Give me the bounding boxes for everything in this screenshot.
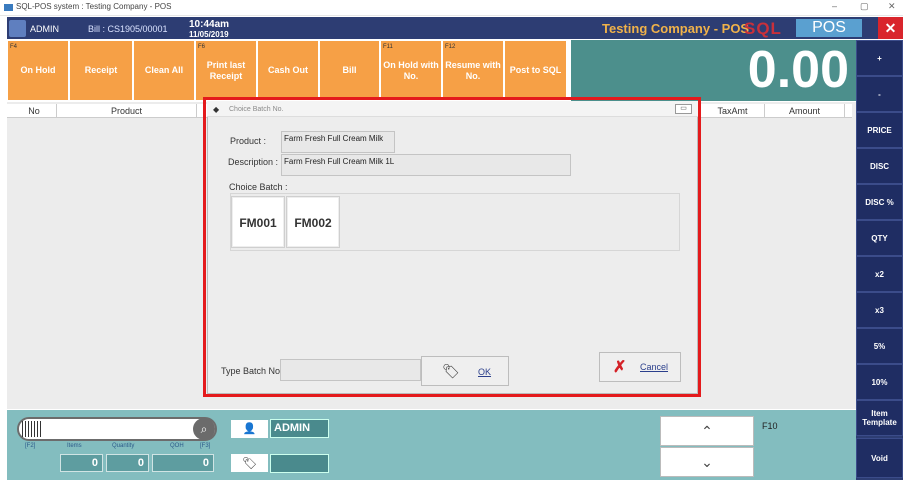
fkey-label: F12 [445,44,456,50]
quantity-count: 0 [106,454,149,472]
void-button[interactable]: Void [856,438,903,478]
button-label: Print last Receipt [206,59,246,81]
clean-all-button[interactable]: Clean All [133,40,195,101]
logo-sql: SQL [744,19,782,38]
header-user: ADMIN [30,24,59,34]
disc-button[interactable]: DISC [856,148,903,184]
qoh-label: QOH [170,443,184,449]
fkey-label: F6 [198,44,206,50]
qoh-count: 0 [152,454,214,472]
header-date: 11/05/2019 [189,30,229,39]
cash-out-button[interactable]: Cash Out [257,40,319,101]
logo-pos: POS [796,19,862,37]
x2-button[interactable]: x2 [856,256,903,292]
window-title: SQL-POS system : Testing Company - POS [16,2,172,11]
barcode-icon [22,421,42,437]
chevron-down-icon: ⌄ [701,454,713,470]
header-time: 10:44am [189,19,230,30]
quantity-label: Quantity [112,443,135,449]
total-amount: 0.00 [747,41,849,99]
button-label: Resume with No. [445,59,501,81]
col-product[interactable]: Product [57,104,197,118]
price-button[interactable]: PRICE [856,112,903,148]
search-icon[interactable]: ⌕ [193,418,215,440]
ok-label: OK [478,367,492,377]
button-label: On Hold [20,65,56,75]
description-field: Farm Fresh Full Cream Milk 1L [281,154,571,176]
col-taxamt[interactable]: TaxAmt [701,104,765,118]
col-no[interactable]: No [12,104,57,118]
button-label: Receipt [84,65,118,75]
price-tag-icon[interactable]: 🏷 [231,454,268,472]
fkey-label: F11 [383,44,393,50]
disc-percent-button[interactable]: DISC % [856,184,903,220]
print-last-receipt-button[interactable]: F6 Print last Receipt [195,40,257,101]
cashier-name: ADMIN [270,419,329,438]
button-label: On Hold with No. [383,59,439,81]
maximize-icon[interactable]: ▢ [860,1,869,12]
items-label: Items [67,443,82,449]
window-titlebar: SQL-POS system : Testing Company - POS –… [0,0,903,16]
batch-button-fm002[interactable]: FM002 [286,196,340,248]
ok-button[interactable]: 🏷 OK [421,356,509,386]
button-label: Post to SQL [509,65,562,75]
on-hold-with-no-button[interactable]: F11 On Hold with No. [380,40,442,101]
items-count: 0 [60,454,103,472]
scroll-down-button[interactable]: ⌄ [660,447,754,477]
button-label: Cash Out [267,65,308,75]
product-field: Farm Fresh Full Cream Milk [281,131,395,153]
resume-with-no-button[interactable]: F12 Resume with No. [442,40,504,101]
scroll-up-button[interactable]: ⌃ [660,416,754,446]
batch-button-fm001[interactable]: FM001 [231,196,285,248]
sql-pos-logo: SQL POS [744,19,862,38]
on-hold-button[interactable]: F4 On Hold [7,40,69,101]
window-close-icon[interactable]: ✕ [888,1,896,12]
barcode-input[interactable] [17,417,217,441]
app-close-button[interactable]: ✕ [878,17,903,39]
minus-button[interactable]: - [856,76,903,112]
bill-button[interactable]: Bill [319,40,380,101]
description-label: Description : [228,157,279,167]
user-avatar-icon [9,20,26,37]
dialog-title: Choice Batch No. [229,106,284,113]
app-icon [4,4,13,11]
product-label: Product : [230,136,267,146]
col-amount[interactable]: Amount [765,104,845,118]
f10-label: F10 [762,421,778,431]
user-check-icon[interactable]: 👤 [231,420,268,438]
tag-field [270,454,329,473]
x3-button[interactable]: x3 [856,292,903,328]
company-name: Testing Company - POS [602,21,750,36]
qty-button[interactable]: QTY [856,220,903,256]
f2-key-label: [F2] [25,443,36,449]
dialog-maximize-button[interactable]: ▭ [675,104,692,114]
cancel-label: Cancel [640,362,669,372]
tag-icon: 🏷 [442,363,460,379]
choice-batch-label: Choice Batch : [229,182,288,192]
f3-key-label: [F3] [200,443,211,449]
minimize-icon[interactable]: – [832,1,837,11]
ten-percent-button[interactable]: 10% [856,364,903,400]
cancel-button[interactable]: ✗ Cancel [599,352,681,382]
cancel-x-icon: ✗ [613,359,627,376]
button-label: Bill [342,65,357,75]
receipt-button[interactable]: Receipt [69,40,133,101]
item-template-button[interactable]: Item Template [856,400,903,436]
button-label: Clean All [144,65,184,75]
chevron-up-icon: ⌃ [701,423,713,439]
plus-button[interactable]: + [856,40,903,76]
type-batch-label: Type Batch No. [221,366,283,376]
post-to-sql-button[interactable]: Post to SQL [504,40,567,101]
five-percent-button[interactable]: 5% [856,328,903,364]
header-bill-number: Bill : CS1905/00001 [88,24,168,34]
type-batch-input[interactable] [280,359,421,381]
tag-icon: ◆ [213,105,220,114]
fkey-label: F4 [10,44,18,50]
